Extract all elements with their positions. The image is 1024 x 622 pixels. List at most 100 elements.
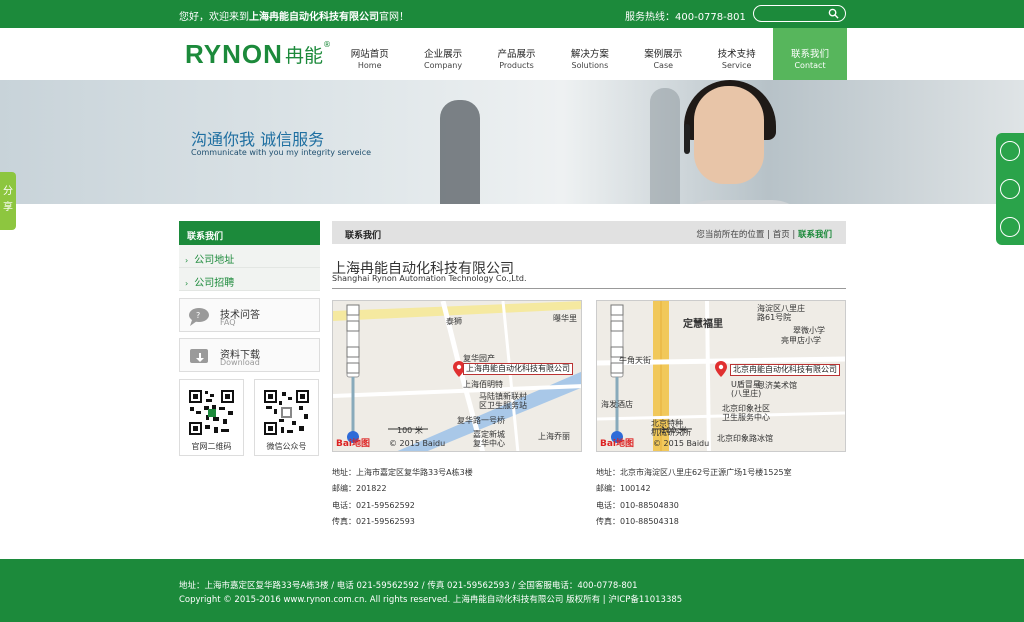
hero-banner: 沟通你我 诚信服务 Communicate with you my integr… xyxy=(0,80,1024,204)
map-label: 上海乔丽 xyxy=(538,432,570,441)
logo-latin: RYNON xyxy=(185,38,283,69)
banner-background-person xyxy=(650,88,680,204)
baidu-map-logo: Bai地图 xyxy=(600,439,635,449)
nav-item-service[interactable]: 技术支持 Service xyxy=(700,28,773,80)
map-label: 牛角天街 xyxy=(619,356,651,365)
search-input[interactable] xyxy=(762,7,826,20)
breadcrumb-bar: 联系我们 您当前所在的位置 | 首页 | 联系我们 xyxy=(332,221,846,244)
banner-agent-face xyxy=(694,86,764,184)
svg-text:?: ? xyxy=(196,311,200,320)
map-copyright: © 2015 Baidu xyxy=(389,439,446,448)
nav-item-label-en: Products xyxy=(499,61,534,70)
map-label: 泰狮 xyxy=(446,317,462,326)
welcome-company: 上海冉能自动化科技有限公司 xyxy=(249,12,379,23)
qrcode-icon[interactable] xyxy=(1000,217,1020,237)
qr-site-label: 官网二维码 xyxy=(191,442,232,451)
map-beijing[interactable]: 北京冉能自动化科技有限公司 海淀区八里庄 路61号院 定慧福里 翠微小学 亮甲店… xyxy=(596,300,846,452)
contact-postcode: 邮编：201822 xyxy=(332,484,387,494)
map-label: 定慧福里 xyxy=(683,319,723,330)
sidebar-nav: 联系我们 › 公司地址 › 公司招聘 xyxy=(179,221,320,291)
baidu-map-logo: Bai地图 xyxy=(336,439,371,449)
breadcrumb-prefix: 您当前所在的位置 xyxy=(696,230,765,240)
nav-item-label: 解决方案 xyxy=(570,49,609,60)
map-scale: 100 米 xyxy=(661,426,687,435)
nav-item-contact[interactable]: 联系我们 Contact xyxy=(773,28,847,80)
nav-item-label-en: Contact xyxy=(794,61,826,70)
qrcode-icon xyxy=(263,389,310,436)
chevron-right-icon: › xyxy=(185,256,189,265)
download-label-en: Download xyxy=(220,358,260,367)
map-label: 区卫生服务站 xyxy=(479,401,527,410)
map-label: 海发酒店 xyxy=(601,400,633,409)
wechat-icon[interactable] xyxy=(1000,179,1020,199)
hotline-text: 服务热线：400-0778-801 xyxy=(625,12,746,23)
map-label: 卫生服务中心 xyxy=(722,413,770,422)
nav-item-home[interactable]: 网站首页 Home xyxy=(333,28,406,80)
banner-agent-body xyxy=(672,200,812,204)
logo-registered-mark: ® xyxy=(322,39,331,49)
qrcode-icon xyxy=(188,389,235,436)
map-label: 恩济美术馆 xyxy=(757,381,797,390)
map-label: 路61号院 xyxy=(757,313,792,322)
nav-item-products[interactable]: 产品展示 Products xyxy=(480,28,553,80)
main-nav: 网站首页 Home 企业展示 Company 产品展示 Products 解决方案 So… xyxy=(333,28,847,80)
nav-item-company[interactable]: 企业展示 Company xyxy=(406,28,479,80)
nav-item-label-en: Company xyxy=(424,61,463,70)
map-label: 复华园产 xyxy=(463,354,495,363)
sidebar-heading: 联系我们 xyxy=(179,221,320,245)
breadcrumb: 您当前所在的位置 | 首页 | 联系我们 xyxy=(696,228,832,240)
map-popup: 北京冉能自动化科技有限公司 xyxy=(730,364,840,376)
share-tab[interactable]: 分享 xyxy=(0,172,16,230)
contact-phone: 电话：010-88504830 xyxy=(596,500,679,510)
contact-fax: 传真：021-59562593 xyxy=(332,516,415,526)
logo[interactable]: RYNON 冉能 ® xyxy=(185,33,331,75)
divider xyxy=(332,288,846,289)
nav-item-solutions[interactable]: 解决方案 Solutions xyxy=(553,28,626,80)
nav-item-label-en: Service xyxy=(721,61,752,70)
map-label: 亮甲店小学 xyxy=(781,336,821,345)
banner-subtitle: Communicate with you my integrity servei… xyxy=(191,148,372,157)
map-shanghai[interactable]: 上海冉能自动化科技有限公司 泰狮 曝华里 复华园产 上海佰明特 马陆镇新联村 区… xyxy=(332,300,582,452)
map-scale: 100 米 xyxy=(397,426,423,435)
contact-address: 地址：上海市嘉定区复华路33号A栋3楼 xyxy=(332,468,473,477)
sidebar-item-recruit[interactable]: › 公司招聘 xyxy=(179,268,320,291)
contact-fax: 传真：010-88504318 xyxy=(596,516,679,526)
contact-beijing: 地址：北京市海淀区八里庄62号正源广场1号楼1525室 邮编：100142 电话… xyxy=(596,465,792,530)
search-box xyxy=(753,5,846,22)
qr-wechat: 微信公众号 xyxy=(254,379,319,456)
banner-title: 沟通你我 诚信服务 xyxy=(191,130,325,149)
download-link[interactable]: 资料下载 Download xyxy=(179,338,320,372)
map-label: 北京印象路冰馆 xyxy=(717,434,773,443)
nav-item-case[interactable]: 案例展示 Case xyxy=(627,28,700,80)
contact-postcode: 邮编：100142 xyxy=(596,484,651,494)
faq-link[interactable]: ? 技术问答 FAQ xyxy=(179,298,320,332)
contact-address: 地址：北京市海淀区八里庄62号正源广场1号楼1525室 xyxy=(596,468,792,477)
qr-wechat-label: 微信公众号 xyxy=(266,442,307,451)
breadcrumb-current[interactable]: 联系我们 xyxy=(798,230,832,240)
nav-item-label: 企业展示 xyxy=(424,49,463,60)
company-name-en: Shanghai Rynon Automation Technology Co.… xyxy=(332,274,527,283)
chevron-right-icon: › xyxy=(185,279,189,288)
share-label: 分享 xyxy=(3,186,13,213)
headset-icon xyxy=(684,124,690,154)
welcome-suffix: 官网！ xyxy=(379,12,409,23)
contact-shanghai: 地址：上海市嘉定区复华路33号A栋3楼 邮编：201822 电话：021-595… xyxy=(332,465,473,530)
nav-item-label: 技术支持 xyxy=(717,49,756,60)
nav-item-label: 产品展示 xyxy=(497,49,536,60)
sidebar-item-address[interactable]: › 公司地址 xyxy=(179,245,320,268)
sidebar-item-label: 公司招聘 xyxy=(194,278,235,289)
map-copyright: © 2015 Baidu xyxy=(653,439,710,448)
header: RYNON 冉能 ® 网站首页 Home 企业展示 Company 产品展示 Prod… xyxy=(0,28,1024,80)
faq-label-en: FAQ xyxy=(220,318,236,327)
map-label: 复华中心 xyxy=(473,439,505,448)
section-title: 联系我们 xyxy=(345,231,382,241)
nav-item-label-en: Case xyxy=(653,61,674,70)
footer-address: 地址：上海市嘉定区复华路33号A栋3楼 / 电话 021-59562592 / … xyxy=(179,581,638,591)
map-pin-icon xyxy=(715,361,727,377)
search-icon[interactable] xyxy=(828,8,839,19)
nav-item-label: 联系我们 xyxy=(791,49,830,60)
speech-bubble-icon: ? xyxy=(189,308,209,326)
breadcrumb-home[interactable]: 首页 xyxy=(773,230,790,240)
nav-item-label: 案例展示 xyxy=(644,49,683,60)
bell-icon[interactable] xyxy=(1000,141,1020,161)
